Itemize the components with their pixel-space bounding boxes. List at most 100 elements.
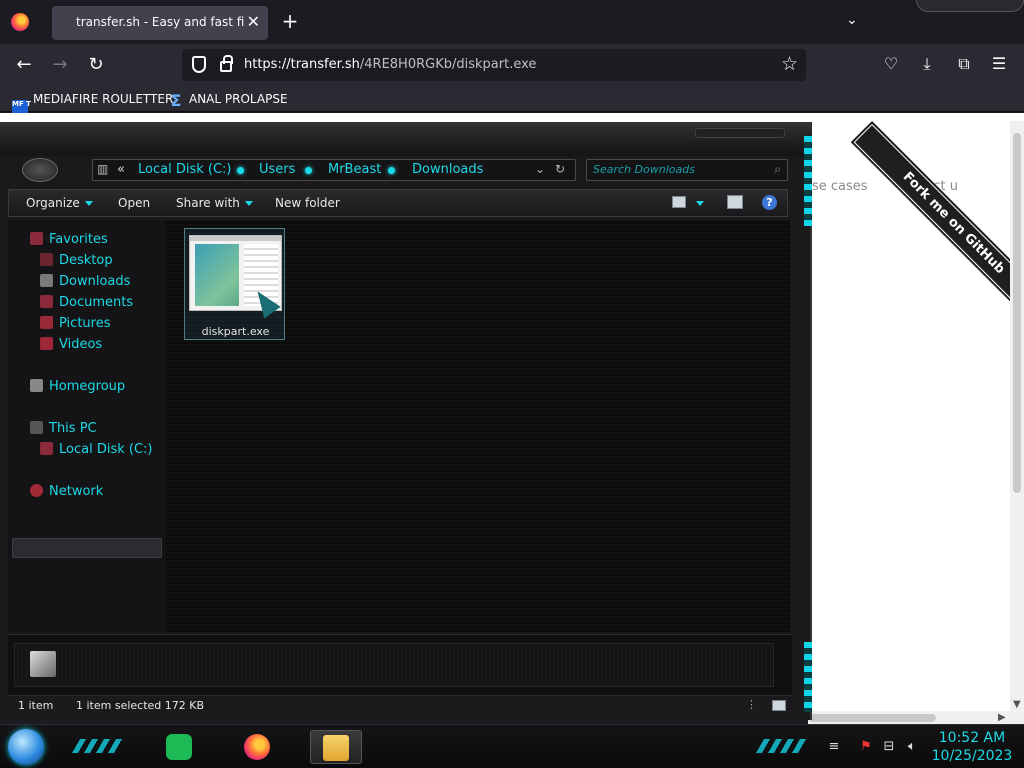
address-bar[interactable]: ▥ « Local Disk (C:) Users MrBeast Downlo…: [92, 159, 576, 181]
star-icon: [30, 232, 43, 245]
lock-icon[interactable]: [220, 55, 233, 72]
search-box[interactable]: Search Downloads ⌕: [586, 159, 788, 181]
bookmark-mediafire-rouletter[interactable]: MF T MEDIAFIRE ROULETTER: [12, 90, 174, 116]
bookmark-label: MEDIAFIRE ROULETTER: [33, 92, 174, 106]
sigma-icon: Σ: [170, 91, 182, 110]
nav-favorites[interactable]: Favorites: [30, 230, 108, 250]
decorative-chevrons: [71, 739, 125, 753]
nav-pictures[interactable]: Pictures: [40, 314, 110, 334]
taskbar-file-explorer[interactable]: [310, 730, 362, 764]
page-vertical-scrollbar[interactable]: ▼: [1010, 121, 1024, 711]
file-item-diskpart[interactable]: diskpart.exe: [184, 228, 285, 340]
organize-button[interactable]: Organize: [26, 196, 93, 210]
breadcrumb-separator[interactable]: [237, 167, 244, 174]
url-text[interactable]: https://transfer.sh/4RE8H0RGKb/diskpart.…: [244, 57, 536, 72]
scrollbar-thumb[interactable]: [1013, 133, 1021, 493]
tab-transfer-sh[interactable]: transfer.sh - Easy and fast file sharing…: [52, 6, 268, 40]
breadcrumb-local-disk[interactable]: Local Disk (C:): [138, 162, 231, 178]
explorer-title-bar[interactable]: [0, 122, 812, 156]
view-options-caret-icon[interactable]: [696, 201, 704, 206]
new-tab-button[interactable]: +: [280, 9, 300, 33]
network-tray-icon[interactable]: ⊟: [881, 739, 897, 755]
share-with-button[interactable]: Share with: [176, 196, 253, 210]
downloads-icon[interactable]: ⤓: [916, 53, 938, 75]
change-view-icon[interactable]: [672, 196, 686, 208]
bookmark-label: ANAL PROLAPSE: [189, 92, 288, 106]
search-icon[interactable]: ⌕: [774, 162, 781, 177]
nav-label: Network: [49, 484, 104, 499]
scroll-right-arrow-icon[interactable]: ▶: [998, 712, 1006, 723]
list-tabs-chevron-icon[interactable]: ⌄: [846, 12, 858, 28]
action-center-flag-icon[interactable]: ⚑: [858, 739, 874, 755]
nav-downloads[interactable]: Downloads: [40, 272, 130, 292]
nav-network[interactable]: Network: [30, 482, 103, 502]
breadcrumb-mrbeast[interactable]: MrBeast: [328, 162, 381, 178]
scrollbar-thumb[interactable]: [808, 714, 936, 722]
nav-label: Pictures: [59, 316, 111, 331]
organize-label: Organize: [26, 196, 80, 210]
url-bar[interactable]: https://transfer.sh/4RE8H0RGKb/diskpart.…: [182, 49, 806, 81]
taskbar-firefox[interactable]: [236, 730, 276, 764]
tab-title: transfer.sh - Easy and fast file sharing…: [76, 15, 244, 29]
breadcrumb-overflow[interactable]: «: [117, 162, 125, 178]
nav-homegroup[interactable]: Homegroup: [30, 377, 125, 397]
nav-label: Videos: [59, 337, 103, 352]
window-edge-decoration: [804, 136, 812, 226]
preview-pane-icon[interactable]: [727, 195, 743, 209]
selected-nav-highlight: [12, 538, 162, 558]
nav-label: This PC: [49, 421, 97, 436]
clock-date: 10/25/2023: [931, 748, 1013, 764]
decorative-chevrons: [755, 739, 809, 753]
page-horizontal-scrollbar[interactable]: ▶: [808, 711, 1024, 725]
new-folder-button[interactable]: New folder: [275, 196, 340, 210]
breadcrumb-separator[interactable]: [388, 167, 395, 174]
nav-local-disk[interactable]: Local Disk (C:): [40, 440, 152, 460]
breadcrumb-users[interactable]: Users: [259, 162, 295, 178]
show-hidden-icons-icon[interactable]: ≡: [826, 739, 842, 755]
thumbnail-titlebar: [190, 236, 281, 241]
extensions-icon[interactable]: ⧉: [953, 53, 975, 75]
breadcrumb-downloads[interactable]: Downloads: [412, 162, 483, 178]
pictures-icon: [40, 316, 53, 329]
desktop: transfer.sh - Easy and fast file sharing…: [0, 0, 1024, 768]
help-icon[interactable]: ?: [762, 195, 777, 210]
network-icon: [30, 484, 43, 497]
file-type-icon: [30, 651, 56, 677]
nav-link-use-cases[interactable]: se cases: [812, 179, 868, 194]
share-with-label: Share with: [176, 196, 240, 210]
nav-this-pc[interactable]: This PC: [30, 419, 97, 439]
chevron-down-icon[interactable]: ⌄: [535, 162, 545, 176]
back-forward-orb-icon[interactable]: [22, 158, 58, 182]
large-icons-view-icon[interactable]: [772, 700, 786, 711]
details-view-icon[interactable]: ⋮: [746, 698, 757, 711]
system-clock[interactable]: 10:52 AM 10/25/2023: [930, 729, 1014, 765]
volume-icon[interactable]: 🔈︎: [904, 739, 920, 755]
reload-button[interactable]: ↻: [82, 52, 110, 78]
folder-icon: [323, 735, 349, 761]
menu-icon[interactable]: ☰: [988, 53, 1010, 75]
taskbar-notes-app[interactable]: [158, 730, 198, 764]
breadcrumb-separator[interactable]: [305, 167, 312, 174]
bookmark-star-icon[interactable]: ☆: [781, 53, 798, 75]
start-button[interactable]: [8, 729, 44, 765]
window-controls[interactable]: [916, 0, 1024, 12]
nav-desktop[interactable]: Desktop: [40, 251, 113, 271]
bookmark-second[interactable]: Σ ANAL PROLAPSE: [168, 90, 288, 110]
close-tab-icon[interactable]: ✕: [247, 12, 260, 32]
refresh-icon[interactable]: ↻: [555, 162, 565, 176]
forward-button[interactable]: →: [46, 52, 74, 78]
pocket-icon[interactable]: ♡: [880, 53, 902, 75]
scroll-down-arrow-icon[interactable]: ▼: [1013, 699, 1021, 710]
back-button[interactable]: ←: [10, 52, 38, 78]
nav-videos[interactable]: Videos: [40, 335, 102, 355]
window-grip[interactable]: [695, 128, 785, 138]
file-list-area[interactable]: diskpart.exe: [166, 220, 790, 632]
status-bar: 1 item 1 item selected 172 KB ⋮: [8, 696, 792, 716]
tracking-protection-shield-icon[interactable]: [192, 56, 206, 73]
caret-down-icon: [244, 201, 253, 206]
open-button[interactable]: Open: [118, 196, 150, 210]
downloads-folder-icon: [40, 274, 53, 287]
thumbnail-image: [195, 244, 239, 306]
nav-documents[interactable]: Documents: [40, 293, 133, 313]
navigation-toolbar: ← → ↻ https://transfer.sh/4RE8H0RGKb/dis…: [0, 44, 1024, 86]
